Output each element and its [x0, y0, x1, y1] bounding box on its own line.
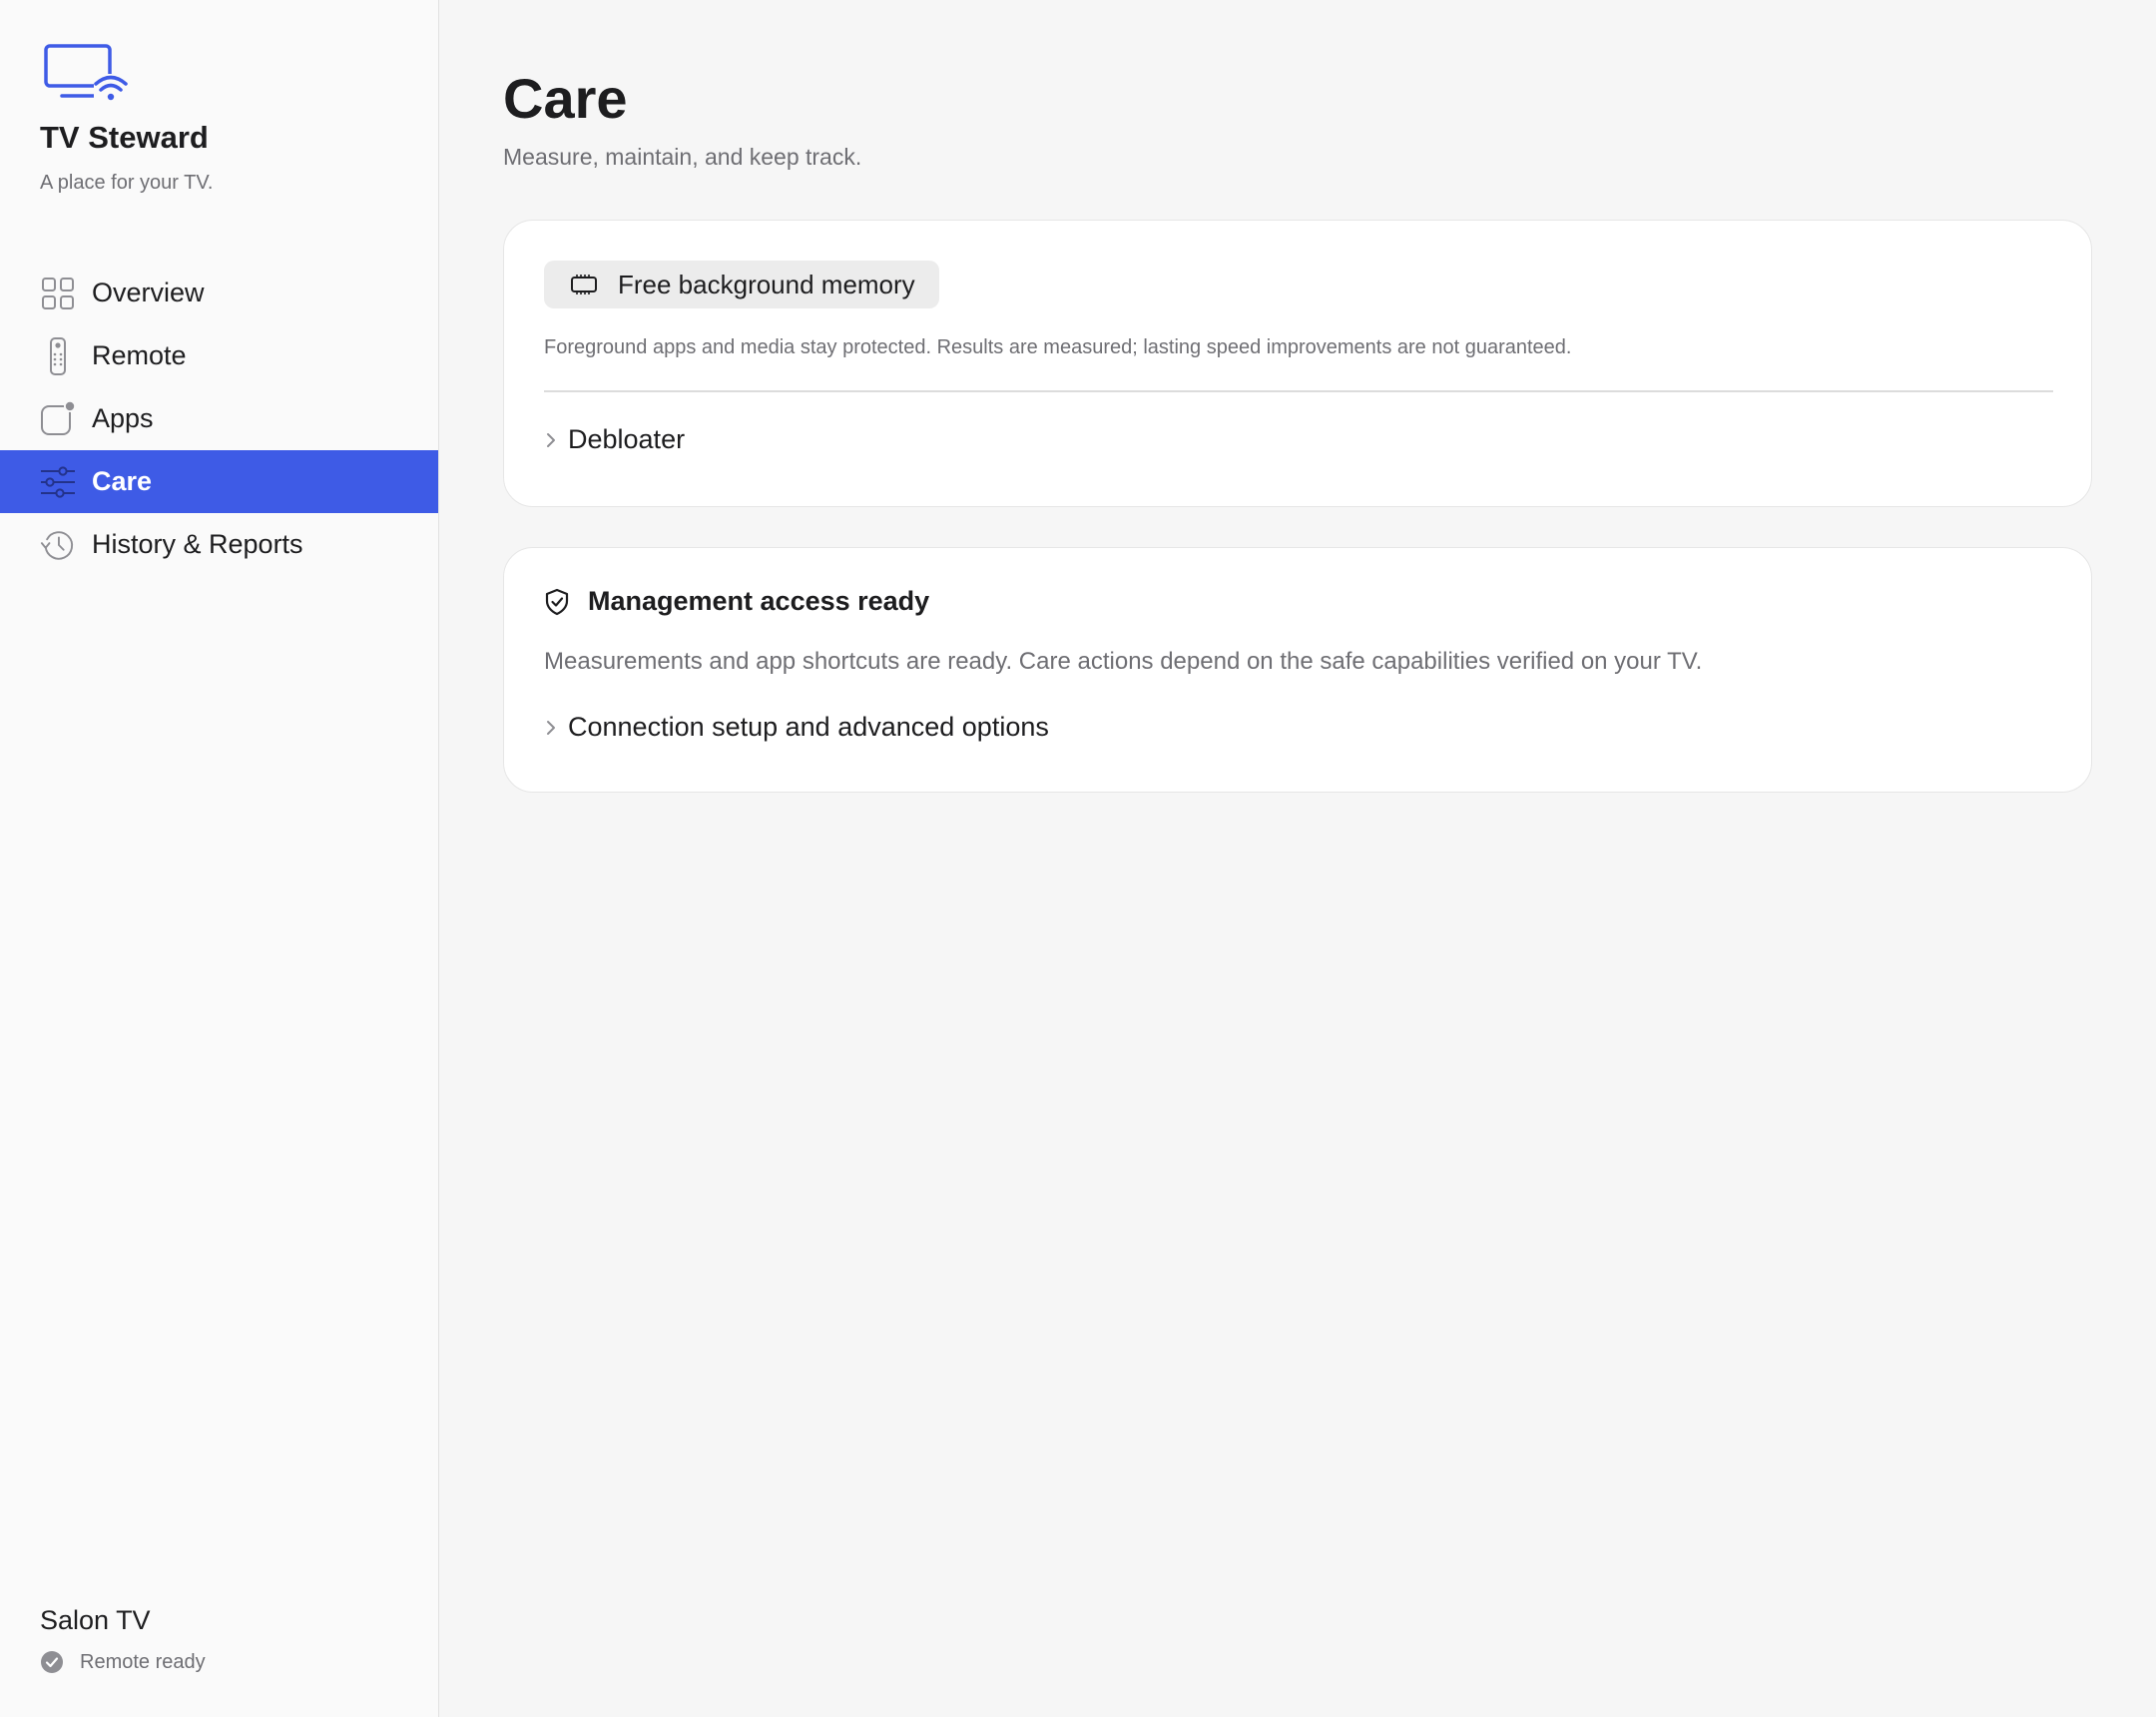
app-badge-icon	[40, 400, 76, 437]
chevron-right-icon	[547, 432, 555, 447]
connection-setup-disclosure[interactable]: Connection setup and advanced options	[544, 712, 1049, 743]
access-card: Management access ready Measurements and…	[503, 547, 2092, 793]
device-info: Salon TV Remote ready	[40, 1605, 206, 1674]
free-background-memory-label: Free background memory	[618, 269, 915, 299]
app-window: TV Steward A place for your TV. Overview	[0, 0, 2156, 1717]
page-title: Care	[503, 67, 628, 130]
sidebar-item-overview[interactable]: Overview	[0, 262, 438, 324]
sidebar-item-label: Overview	[92, 278, 205, 307]
remote-icon	[40, 336, 76, 375]
access-status-text: Measurements and app shortcuts are ready…	[544, 648, 1703, 675]
debloater-disclosure[interactable]: Debloater	[544, 424, 685, 455]
debloater-label: Debloater	[568, 424, 686, 454]
free-background-memory-button[interactable]: Free background memory	[544, 261, 939, 308]
history-icon	[40, 527, 76, 563]
device-status: Remote ready	[40, 1650, 206, 1674]
sidebar-item-care[interactable]: Care	[0, 450, 438, 513]
sidebar-item-label: Care	[92, 466, 153, 496]
shield-check-icon	[545, 588, 569, 615]
sidebar-nav: Overview Remote Apps Care History & Repo…	[0, 262, 438, 576]
page-subtitle: Measure, maintain, and keep track.	[503, 144, 862, 170]
sidebar-item-label: Apps	[92, 403, 154, 433]
memory-note: Foreground apps and media stay protected…	[544, 336, 1572, 358]
memory-card: Free background memory Foreground apps a…	[503, 220, 2092, 507]
grid-icon	[40, 276, 76, 311]
tv-wifi-icon	[44, 44, 128, 102]
checkmark-circle-icon	[41, 1651, 63, 1673]
device-name: Salon TV	[40, 1605, 151, 1635]
sidebar-item-label: History & Reports	[92, 529, 303, 559]
sidebar-item-history-reports[interactable]: History & Reports	[0, 513, 438, 576]
sidebar: TV Steward A place for your TV. Overview	[0, 0, 439, 1717]
sidebar-item-apps[interactable]: Apps	[0, 387, 438, 450]
device-status-label: Remote ready	[80, 1650, 206, 1673]
app-tagline: A place for your TV.	[40, 172, 214, 194]
chevron-right-icon	[547, 720, 555, 735]
main-content: Care Measure, maintain, and keep track. …	[439, 0, 2156, 1717]
memory-chip-icon	[571, 275, 597, 294]
app-title: TV Steward	[40, 120, 209, 155]
sliders-icon	[40, 464, 76, 500]
card-divider	[544, 390, 2053, 392]
brand-logo	[40, 40, 130, 102]
access-status-header: Management access ready	[544, 586, 929, 617]
sidebar-item-remote[interactable]: Remote	[0, 324, 438, 387]
access-status-title: Management access ready	[588, 586, 930, 616]
sidebar-item-label: Remote	[92, 340, 187, 370]
connection-setup-label: Connection setup and advanced options	[568, 712, 1049, 742]
